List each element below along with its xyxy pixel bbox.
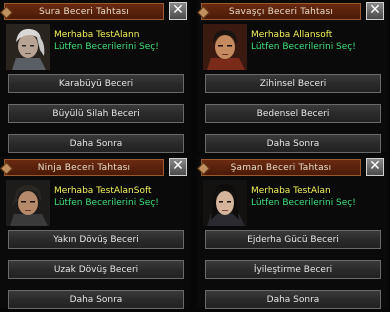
ninja-greeting: Merhaba TestAlanSoft xyxy=(54,186,152,196)
title-diamond-icon xyxy=(0,162,13,175)
sura-greeting: Merhaba TestAlann xyxy=(54,30,140,40)
warrior-later-button[interactable]: Daha Sonra xyxy=(205,134,381,153)
sura-instruction: Lütfen Becerilerini Seç! xyxy=(54,42,159,52)
warrior-panel-titlebar[interactable]: Savaşçı Beceri Tahtası xyxy=(197,3,361,20)
ninja-panel-title: Ninja Beceri Tahtası xyxy=(37,162,131,173)
warrior-skill-panel: Savaşçı Beceri Tahtası ✕ Merhaba Allanso… xyxy=(197,0,387,153)
shaman-close-button[interactable]: ✕ xyxy=(366,158,384,176)
ninja-portrait-icon xyxy=(6,180,50,226)
shaman-portrait-icon xyxy=(203,180,247,226)
shaman-panel-titlebar[interactable]: Şaman Beceri Tahtası xyxy=(197,159,361,176)
warrior-skill-button-1[interactable]: Zihinsel Beceri xyxy=(205,74,381,93)
sura-panel-titlebar[interactable]: Sura Beceri Tahtası xyxy=(0,3,164,20)
warrior-panel-title: Savaşçı Beceri Tahtası xyxy=(228,6,334,17)
ninja-skill-button-1[interactable]: Yakın Dövüş Beceri xyxy=(8,230,184,249)
sura-panel-title: Sura Beceri Tahtası xyxy=(38,6,129,17)
shaman-later-button[interactable]: Daha Sonra xyxy=(205,290,381,309)
warrior-close-button[interactable]: ✕ xyxy=(366,2,384,20)
shaman-instruction: Lütfen Becerilerini Seç! xyxy=(251,198,356,208)
shaman-skill-button-2[interactable]: İyileştirme Beceri xyxy=(205,260,381,279)
sura-later-button[interactable]: Daha Sonra xyxy=(8,134,184,153)
sura-skill-button-1[interactable]: Karabüyü Beceri xyxy=(8,74,184,93)
warrior-instruction: Lütfen Becerilerini Seç! xyxy=(251,42,356,52)
shaman-panel-title: Şaman Beceri Tahtası xyxy=(230,162,332,173)
shaman-greeting: Merhaba TestAlan xyxy=(251,186,331,196)
sura-skill-button-2[interactable]: Büyülü Silah Beceri xyxy=(8,104,184,123)
ninja-later-button[interactable]: Daha Sonra xyxy=(8,290,184,309)
ninja-instruction: Lütfen Becerilerini Seç! xyxy=(54,198,159,208)
shaman-skill-panel: Şaman Beceri Tahtası ✕ Merhaba TestAlan … xyxy=(197,156,387,309)
sura-portrait-icon xyxy=(6,24,50,70)
ninja-skill-panel: Ninja Beceri Tahtası ✕ Merhaba TestAlanS… xyxy=(0,156,190,309)
shaman-skill-button-1[interactable]: Ejderha Gücü Beceri xyxy=(205,230,381,249)
warrior-greeting: Merhaba Allansoft xyxy=(251,30,333,40)
ninja-panel-titlebar[interactable]: Ninja Beceri Tahtası xyxy=(0,159,164,176)
title-diamond-icon xyxy=(197,162,210,175)
ninja-skill-button-2[interactable]: Uzak Dövüş Beceri xyxy=(8,260,184,279)
sura-skill-panel: Sura Beceri Tahtası ✕ Merhaba TestAlann … xyxy=(0,0,190,153)
title-diamond-icon xyxy=(0,6,13,19)
ninja-close-button[interactable]: ✕ xyxy=(169,158,187,176)
sura-close-button[interactable]: ✕ xyxy=(169,2,187,20)
warrior-skill-button-2[interactable]: Bedensel Beceri xyxy=(205,104,381,123)
title-diamond-icon xyxy=(197,6,210,19)
warrior-portrait-icon xyxy=(203,24,247,70)
